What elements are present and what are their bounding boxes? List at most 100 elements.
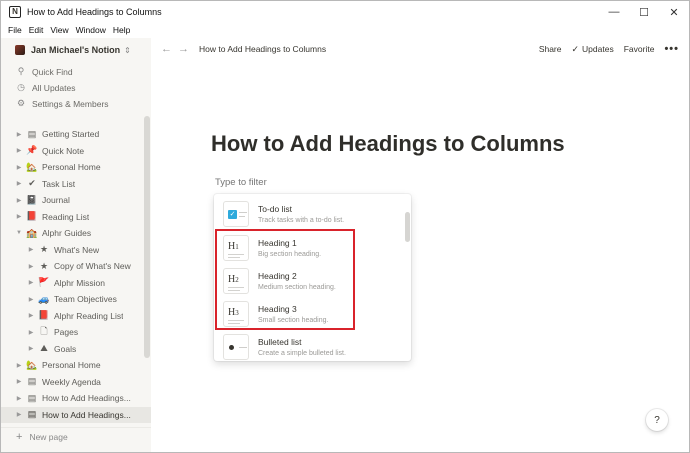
menu-item-heading-3[interactable]: H3 Heading 3 Small section heading. bbox=[214, 298, 404, 330]
new-page-button[interactable]: + New page bbox=[1, 427, 151, 445]
plus-icon: + bbox=[16, 430, 23, 443]
caret-right-icon[interactable]: ▶ bbox=[27, 296, 35, 303]
sidebar-page-item[interactable]: ▶ 📌 Quick Note bbox=[1, 143, 151, 159]
clock-icon: ◷ bbox=[17, 82, 25, 92]
sidebar-page-item[interactable]: ▶ 🚩 Alphr Mission bbox=[1, 275, 151, 291]
checkbox-icon: ✓ bbox=[228, 210, 237, 219]
book-icon: 📕 bbox=[26, 211, 38, 221]
maximize-button[interactable]: ☐ bbox=[629, 1, 659, 23]
caret-right-icon[interactable]: ▶ bbox=[27, 263, 35, 270]
sidebar-page-item[interactable]: ▼ 🏫 Alphr Guides bbox=[1, 225, 151, 241]
sidebar-page-item[interactable]: ▶ 🏡 Personal Home bbox=[1, 159, 151, 175]
help-button[interactable]: ? bbox=[646, 409, 668, 431]
menu-scrollbar[interactable] bbox=[405, 212, 410, 242]
caret-down-icon[interactable]: ▼ bbox=[15, 230, 23, 236]
sidebar-scrollbar[interactable] bbox=[144, 116, 150, 358]
sidebar-page-item[interactable]: ▶ ✔ Task List bbox=[1, 176, 151, 192]
top-actions: Share ✓ Updates Favorite ••• bbox=[529, 38, 679, 60]
share-button[interactable]: Share bbox=[539, 44, 562, 54]
back-arrow-icon[interactable]: ← bbox=[161, 43, 172, 55]
sidebar-page-item[interactable]: ▶ 🚙 Team Objectives bbox=[1, 291, 151, 307]
updates-button[interactable]: ✓ Updates bbox=[572, 44, 614, 55]
sidebar-page-item[interactable]: ▶ 🗋 Pages bbox=[1, 324, 151, 340]
app-window: N How to Add Headings to Columns — ☐ ✕ F… bbox=[0, 0, 690, 453]
favorite-button[interactable]: Favorite bbox=[624, 44, 655, 54]
sidebar: Jan Michael's Notion ⇕ ⚲ Quick Find ◷ Al… bbox=[1, 38, 151, 452]
menu-item-description: Create a simple bulleted list. bbox=[258, 350, 346, 357]
sidebar-page-label: How to Add Headings... bbox=[42, 409, 131, 420]
menu-item-todo-list[interactable]: ✓ To-do list Track tasks with a to-do li… bbox=[214, 198, 404, 230]
car-icon: 🚙 bbox=[38, 293, 50, 304]
page-title[interactable]: How to Add Headings to Columns bbox=[211, 131, 565, 157]
all-updates-label: All Updates bbox=[32, 82, 76, 93]
avatar bbox=[15, 45, 25, 55]
settings-members-button[interactable]: ⚙ Settings & Members bbox=[15, 98, 109, 109]
caret-right-icon[interactable]: ▶ bbox=[27, 329, 35, 336]
sidebar-page-label: Task List bbox=[42, 178, 76, 189]
breadcrumb[interactable]: How to Add Headings to Columns bbox=[199, 44, 326, 54]
page-icon: ▤ bbox=[27, 128, 37, 139]
close-button[interactable]: ✕ bbox=[659, 1, 689, 23]
block-type-menu: ✓ To-do list Track tasks with a to-do li… bbox=[214, 194, 411, 361]
page-icon: 🗋 bbox=[40, 326, 48, 336]
caret-right-icon[interactable]: ▶ bbox=[27, 345, 35, 352]
sidebar-page-item[interactable]: ▶ ★ Copy of What's New bbox=[1, 258, 151, 274]
menu-view[interactable]: View bbox=[50, 25, 68, 35]
menu-window[interactable]: Window bbox=[76, 25, 106, 35]
sidebar-page-item[interactable]: ▶ 📕 Alphr Reading List bbox=[1, 308, 151, 324]
top-bar: ← → How to Add Headings to Columns Share… bbox=[151, 38, 689, 60]
menu-edit[interactable]: Edit bbox=[29, 25, 44, 35]
caret-right-icon[interactable]: ▶ bbox=[15, 411, 23, 418]
todo-list-thumbnail: ✓ bbox=[223, 201, 249, 227]
sidebar-page-item[interactable]: ▶ ⛰ Goals bbox=[1, 341, 151, 357]
sidebar-page-label: What's New bbox=[54, 244, 100, 255]
caret-right-icon[interactable]: ▶ bbox=[27, 246, 35, 253]
menu-item-description: Track tasks with a to-do list. bbox=[258, 217, 345, 224]
menu-file[interactable]: File bbox=[8, 25, 22, 35]
caret-right-icon[interactable]: ▶ bbox=[15, 131, 23, 138]
caret-right-icon[interactable]: ▶ bbox=[15, 180, 23, 187]
quick-find-button[interactable]: ⚲ Quick Find bbox=[15, 66, 73, 77]
chevron-updown-icon: ⇕ bbox=[124, 45, 131, 55]
menu-item-title: Heading 3 bbox=[258, 304, 297, 314]
window-controls: — ☐ ✕ bbox=[599, 1, 689, 23]
menu-item-title: Heading 2 bbox=[258, 271, 297, 281]
all-updates-button[interactable]: ◷ All Updates bbox=[15, 82, 75, 93]
sidebar-page-item[interactable]: ▶ ▤ Weekly Agenda bbox=[1, 374, 151, 390]
notebook-icon: 📓 bbox=[26, 194, 38, 205]
caret-right-icon[interactable]: ▶ bbox=[15, 378, 23, 385]
minimize-button[interactable]: — bbox=[599, 1, 629, 23]
workspace-switcher[interactable]: Jan Michael's Notion ⇕ bbox=[15, 43, 131, 57]
sidebar-page-item[interactable]: ▶ ★ What's New bbox=[1, 242, 151, 258]
sidebar-page-label: Pages bbox=[54, 327, 79, 337]
caret-right-icon[interactable]: ▶ bbox=[15, 164, 23, 171]
page-icon: ▤ bbox=[27, 376, 37, 386]
checkmark-icon: ✔ bbox=[28, 178, 36, 188]
forward-arrow-icon[interactable]: → bbox=[178, 43, 189, 55]
sidebar-page-item[interactable]: ▶ ▤ How to Add Headings... bbox=[1, 390, 151, 406]
menu-item-heading-2[interactable]: H2 Heading 2 Medium section heading. bbox=[214, 265, 404, 297]
sidebar-page-item[interactable]: ▶ 📕 Reading List bbox=[1, 209, 151, 225]
sidebar-page-item[interactable]: ▶ ▤ Getting Started bbox=[1, 126, 151, 142]
menu-item-heading-1[interactable]: H1 Heading 1 Big section heading. bbox=[214, 232, 404, 264]
menu-item-description: Big section heading. bbox=[258, 251, 322, 258]
caret-right-icon[interactable]: ▶ bbox=[15, 362, 23, 369]
caret-right-icon[interactable]: ▶ bbox=[15, 197, 23, 204]
caret-right-icon[interactable]: ▶ bbox=[15, 147, 23, 154]
more-options-icon[interactable]: ••• bbox=[664, 43, 679, 55]
heading-3-icon: H3 bbox=[223, 301, 249, 327]
menu-item-description: Small section heading. bbox=[258, 317, 329, 324]
caret-right-icon[interactable]: ▶ bbox=[15, 213, 23, 220]
sidebar-page-item[interactable]: ▶ 📓 Journal bbox=[1, 192, 151, 208]
sidebar-page-item[interactable]: ▶ 🏡 Personal Home bbox=[1, 357, 151, 373]
sidebar-page-label: Copy of What's New bbox=[54, 261, 131, 271]
caret-right-icon[interactable]: ▶ bbox=[15, 395, 23, 402]
sidebar-page-item[interactable]: ▶ ▤ How to Add Headings... bbox=[1, 406, 151, 423]
menu-help[interactable]: Help bbox=[113, 25, 130, 35]
caret-right-icon[interactable]: ▶ bbox=[27, 312, 35, 319]
menu-item-bulleted-list[interactable]: Bulleted list Create a simple bulleted l… bbox=[214, 331, 404, 361]
caret-right-icon[interactable]: ▶ bbox=[27, 279, 35, 286]
flag-icon: 🚩 bbox=[38, 277, 50, 287]
block-filter-input[interactable] bbox=[215, 177, 395, 188]
window-title: How to Add Headings to Columns bbox=[27, 7, 162, 17]
